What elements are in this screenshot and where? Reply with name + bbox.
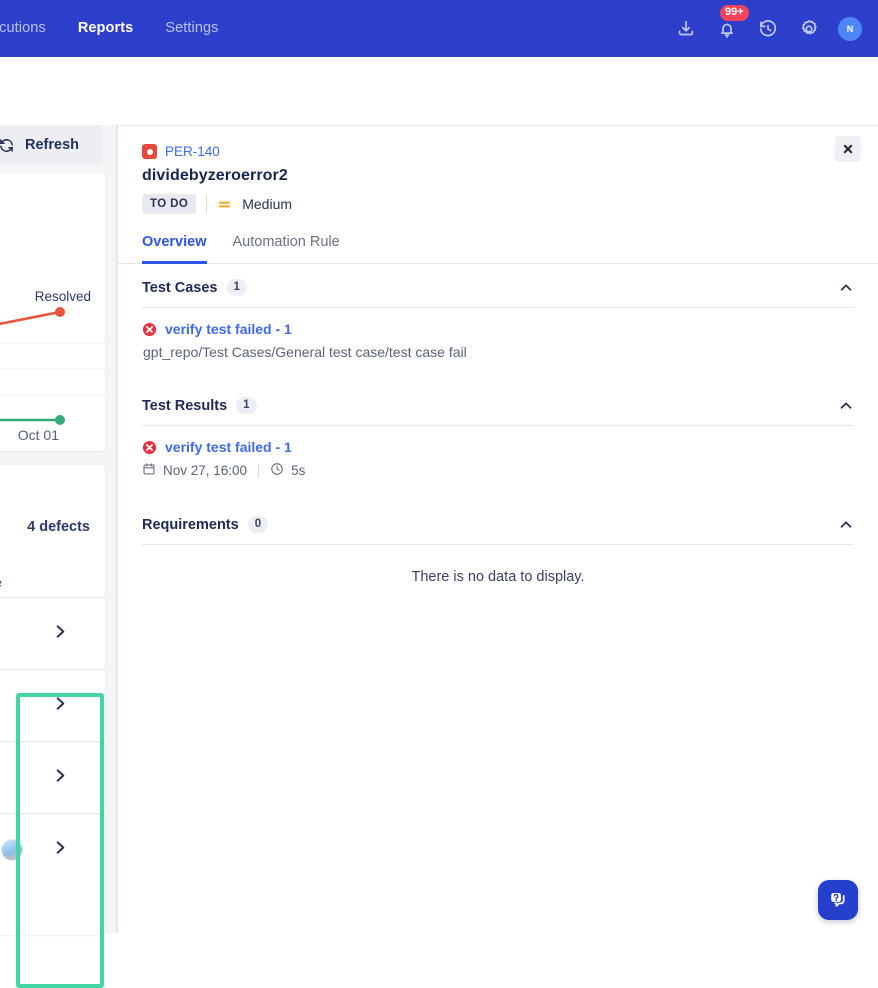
- chevron-up-icon[interactable]: [838, 280, 854, 296]
- nav-actions: 99+ N: [674, 17, 878, 41]
- line-chart-plot: [0, 303, 105, 435]
- section-header-test-cases[interactable]: Test Cases 1: [142, 264, 854, 308]
- avatar: [1, 839, 23, 861]
- top-navigation-bar: ecutions Reports Settings 99+: [0, 0, 878, 57]
- test-result-item: verify test failed - 1 Nov 27, 16:00: [142, 426, 854, 483]
- test-result-duration: 5s: [291, 463, 305, 478]
- help-chat-button[interactable]: [818, 880, 858, 920]
- calendar-icon: [142, 462, 156, 479]
- section-title: Test Results: [142, 398, 227, 414]
- section-count-badge: 0: [248, 516, 268, 533]
- test-result-meta: Nov 27, 16:00 5s: [142, 462, 854, 479]
- nav-item-settings[interactable]: Settings: [149, 0, 234, 57]
- test-case-path: gpt_repo/Test Cases/General test case/te…: [142, 344, 854, 360]
- chart-x-axis-tick: Oct 01: [18, 427, 59, 443]
- test-case-item: verify test failed - 1 gpt_repo/Test Cas…: [142, 308, 854, 364]
- table-row[interactable]: [0, 742, 105, 814]
- page-body: Refresh Resolved Oct 01 4 defects: [0, 57, 878, 933]
- assignee-cell: [0, 598, 16, 670]
- meta-divider: [258, 464, 259, 478]
- section-title: Requirements: [142, 517, 239, 533]
- chevron-right-icon[interactable]: [53, 694, 68, 718]
- table-row[interactable]: [0, 670, 105, 742]
- status-badge[interactable]: TO DO: [142, 194, 196, 214]
- tab-automation-rule[interactable]: Automation Rule: [233, 234, 340, 264]
- chevron-right-icon[interactable]: [53, 622, 68, 646]
- chart-legend-resolved: Resolved: [35, 289, 91, 304]
- issue-meta-row: TO DO Medium: [142, 194, 854, 214]
- issue-key-link[interactable]: PER-140: [165, 144, 220, 159]
- panel-body: Test Cases 1 verify test fai: [118, 264, 878, 595]
- section-header-requirements[interactable]: Requirements 0: [142, 501, 854, 545]
- notification-count-badge: 99+: [720, 5, 749, 21]
- chevron-up-icon[interactable]: [838, 517, 854, 533]
- test-case-link[interactable]: verify test failed - 1: [165, 321, 292, 337]
- tab-overview[interactable]: Overview: [142, 234, 207, 264]
- test-result-link[interactable]: verify test failed - 1: [165, 439, 292, 455]
- nav-links: ecutions Reports Settings: [0, 0, 235, 57]
- download-icon[interactable]: [674, 17, 698, 41]
- nav-item-executions[interactable]: ecutions: [0, 0, 62, 57]
- table-row[interactable]: [0, 814, 105, 886]
- assignee-cell: [0, 670, 16, 742]
- test-result-link-line: verify test failed - 1: [142, 439, 854, 455]
- gear-icon[interactable]: [797, 17, 821, 41]
- refresh-label: Refresh: [25, 137, 79, 153]
- test-case-link-line: verify test failed - 1: [142, 321, 854, 337]
- fail-icon: [142, 322, 157, 337]
- issue-detail-header: PER-140 dividebyzeroerror2 TO DO Medium: [118, 126, 878, 214]
- clock-icon: [270, 462, 284, 479]
- chevron-right-icon[interactable]: [53, 838, 68, 862]
- issue-detail-panel: PER-140 dividebyzeroerror2 TO DO Medium: [117, 125, 878, 933]
- bug-icon: [142, 144, 157, 159]
- chevron-right-icon[interactable]: [53, 766, 68, 790]
- issue-key-row: PER-140: [142, 144, 854, 159]
- section-count-badge: 1: [227, 279, 247, 296]
- requirements-empty-message: There is no data to display.: [142, 545, 854, 595]
- table-row[interactable]: [0, 598, 105, 670]
- table-column-header-assignee: ssignee: [0, 575, 2, 590]
- assignee-cell: [0, 742, 16, 814]
- section-header-test-results[interactable]: Test Results 1: [142, 382, 854, 426]
- chevron-up-icon[interactable]: [838, 398, 854, 414]
- refresh-button[interactable]: Refresh: [0, 125, 102, 165]
- reports-left-column: Refresh Resolved Oct 01 4 defects: [0, 125, 117, 933]
- issue-title: dividebyzeroerror2: [142, 167, 854, 185]
- defects-count-title: 4 defects: [27, 519, 90, 535]
- priority-medium-icon: [217, 197, 232, 212]
- defects-trend-chart-card: Resolved Oct 01: [0, 173, 105, 451]
- defects-table: [0, 597, 105, 886]
- row-expand-cell[interactable]: [16, 742, 105, 814]
- row-expand-cell[interactable]: [16, 814, 105, 886]
- user-avatar[interactable]: N: [838, 17, 862, 41]
- defects-table-card: 4 defects ssignee: [0, 465, 105, 935]
- priority-label: Medium: [242, 196, 292, 212]
- nav-item-reports[interactable]: Reports: [62, 0, 150, 57]
- test-result-date: Nov 27, 16:00: [163, 463, 247, 478]
- row-expand-cell[interactable]: [16, 598, 105, 670]
- section-count-badge: 1: [236, 397, 256, 414]
- assignee-cell: [0, 814, 16, 886]
- fail-icon: [142, 440, 157, 455]
- meta-divider: [206, 196, 207, 213]
- history-icon[interactable]: [756, 17, 780, 41]
- close-panel-button[interactable]: [835, 136, 861, 162]
- section-title: Test Cases: [142, 280, 218, 296]
- panel-tabs: Overview Automation Rule: [118, 234, 878, 264]
- notifications-bell-icon[interactable]: 99+: [715, 17, 739, 41]
- row-expand-cell[interactable]: [16, 670, 105, 742]
